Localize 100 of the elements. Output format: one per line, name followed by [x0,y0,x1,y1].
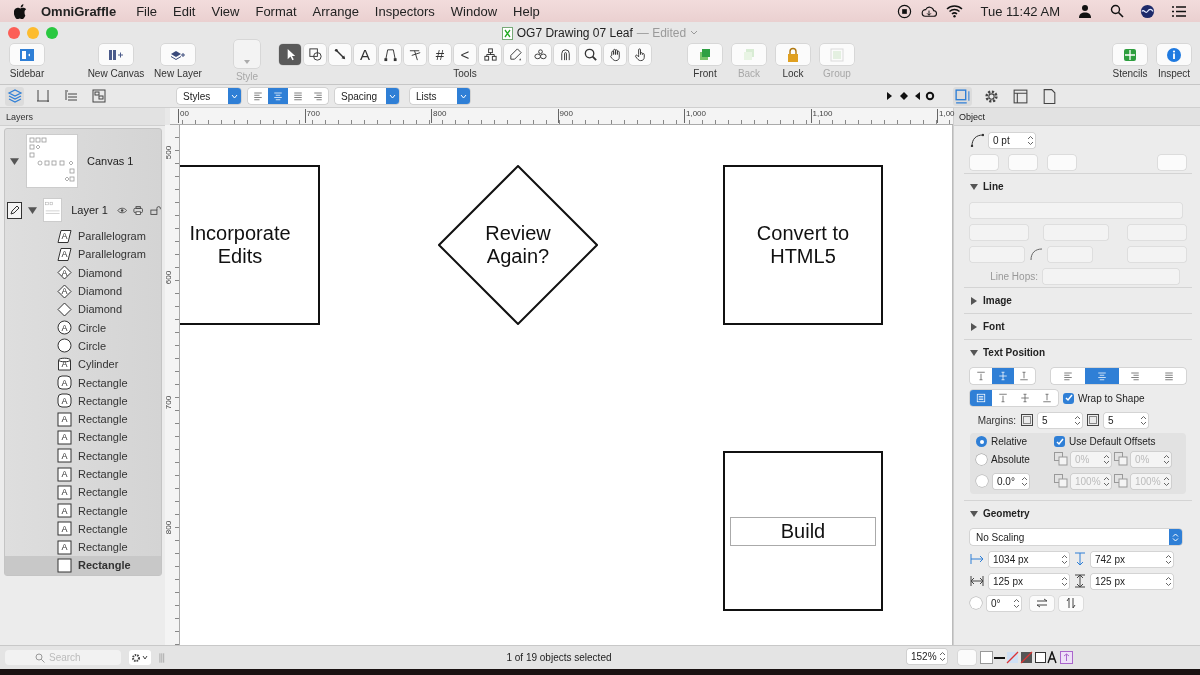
scaling-dropdown[interactable]: No Scaling [970,529,1182,545]
layer-object-item[interactable]: A Rectangle [5,501,161,520]
settings-menu-button[interactable] [128,650,152,665]
printer-icon[interactable] [133,204,144,216]
rotation-field[interactable]: 0° [987,595,1021,611]
menu-item[interactable]: Edit [165,3,204,19]
wifi-icon[interactable] [945,4,963,18]
hand-tool-button[interactable] [604,44,626,65]
toolbar-button[interactable]: Stencils [1108,44,1152,79]
brush-tool-button[interactable] [504,44,526,65]
toolbar-button[interactable]: Front [683,44,727,79]
wrap-mode-button[interactable] [970,390,992,406]
text-align-button[interactable] [1084,368,1119,384]
zoom-tool-button[interactable] [579,44,601,65]
rotation-field[interactable]: 0.0° [993,473,1029,489]
toolbar-button[interactable]: Sidebar [5,44,49,79]
layer-object-item[interactable]: A Rectangle [5,483,161,502]
disclosure-triangle[interactable] [27,205,37,215]
layer-object-item[interactable]: A Diamond [5,263,161,282]
line-tool-button[interactable] [329,44,351,65]
user-icon[interactable] [1078,4,1092,18]
x-position-field[interactable]: 1034 px [989,551,1069,567]
margin-field[interactable]: 5 [1104,412,1148,428]
section-header[interactable]: Image [964,287,1192,313]
close-button[interactable] [8,27,20,39]
clock[interactable]: Tue 11:42 AM [970,3,1070,19]
menu-item[interactable]: View [203,3,248,19]
layer-object-item[interactable]: A Rectangle [5,519,161,539]
style-swatches-icon[interactable] [980,650,1076,665]
layer-object-item[interactable]: A Rectangle [5,409,161,429]
eye-icon[interactable] [117,205,128,215]
browse-tool-button[interactable] [629,44,651,65]
shape-tool-button[interactable] [304,44,326,65]
object-inspector-tab[interactable] [953,86,972,106]
menu-item[interactable]: Arrange [304,3,367,19]
layer-object-item[interactable]: Circle [5,336,161,356]
layout-inspector-tab[interactable] [1011,86,1030,106]
default-offsets-checkbox[interactable] [1054,436,1065,447]
apple-logo-icon[interactable] [14,3,27,19]
menu-item[interactable]: Format [247,3,305,19]
magnet-tool-button[interactable] [554,44,576,65]
wrap-to-shape-checkbox[interactable] [1063,392,1074,404]
layer-object-item[interactable]: Rectangle [5,556,161,575]
lock-icon[interactable] [149,204,161,216]
rectangle-shape[interactable]: Convert to HTML5 [723,165,883,325]
layer-object-item[interactable]: A Rectangle [5,391,161,410]
layer-object-item[interactable]: A Parallelogram [5,245,161,264]
section-header[interactable]: Geometry [964,500,1192,526]
section-header[interactable]: Text Position [964,339,1192,365]
corner-radius-field[interactable]: 0 pt [989,132,1035,148]
layer-object-item[interactable]: A Rectangle [5,464,161,484]
layer-object-item[interactable]: Diamond [5,300,161,319]
point-tool-button[interactable] [404,44,426,65]
chevron-icon[interactable] [690,30,699,36]
siri-icon[interactable] [1140,3,1155,19]
toolbar-button[interactable]: Inspect [1152,44,1196,79]
resize-handle-icon[interactable] [159,652,165,663]
vertical-align-button[interactable] [991,368,1014,384]
section-header[interactable]: Font [964,313,1192,339]
rubber-tool-button[interactable] [529,44,551,65]
radio-button[interactable] [976,436,987,447]
spacing-dropdown[interactable]: Spacing [335,88,399,104]
layer-object-item[interactable]: A Diamond [5,281,161,301]
layer-object-item[interactable]: A Rectangle [5,538,161,557]
toolbar-button[interactable]: New Canvas [85,44,147,79]
rectangle-shape[interactable]: Build [723,451,883,611]
diagram-tool-button[interactable] [479,44,501,65]
layer-name[interactable]: Layer 1 [71,204,111,216]
layer-thumbnail[interactable] [42,198,63,222]
margin-field[interactable]: 5 [1038,412,1082,428]
height-field[interactable]: 125 px [1091,573,1173,589]
canvas-name[interactable]: Canvas 1 [87,155,134,167]
toolbar-button[interactable]: Lock [771,44,815,79]
tab-stops-icon[interactable] [885,91,935,101]
pointer-tool-button[interactable] [279,44,301,65]
list-icon[interactable] [1171,4,1186,18]
pen-tool-button[interactable] [379,44,401,65]
fill-swatch[interactable] [958,650,976,665]
styles-dropdown[interactable]: Styles [177,88,241,104]
canvas-thumbnail[interactable] [26,134,78,188]
edit-layer-button[interactable] [7,201,22,219]
menu-item[interactable]: File [128,3,166,19]
flip-vertical-button[interactable] [1059,595,1083,611]
section-header[interactable]: Line [964,173,1192,199]
layer-object-item[interactable]: A Circle [5,318,161,337]
zoom-field[interactable]: 152% [907,649,947,664]
search-icon[interactable] [1110,4,1124,18]
disclosure-triangle[interactable] [10,156,19,166]
diamond-shape[interactable] [438,165,598,325]
toolbar-button[interactable]: New Layer [147,44,209,79]
radio-button[interactable] [976,453,987,465]
layer-object-item[interactable]: A Rectangle [5,373,161,392]
menu-item[interactable]: Inspectors [366,3,443,19]
rectangle-shape[interactable]: Incorporate Edits [180,165,320,325]
layer-object-item[interactable]: A Rectangle [5,446,161,465]
app-menu[interactable]: OmniGraffle [27,3,129,19]
menu-item[interactable]: Window [442,3,506,19]
layer-object-item[interactable]: A Cylinder [5,355,161,374]
grid-tool-button[interactable]: # [429,44,451,65]
flip-horizontal-button[interactable] [1030,595,1054,611]
